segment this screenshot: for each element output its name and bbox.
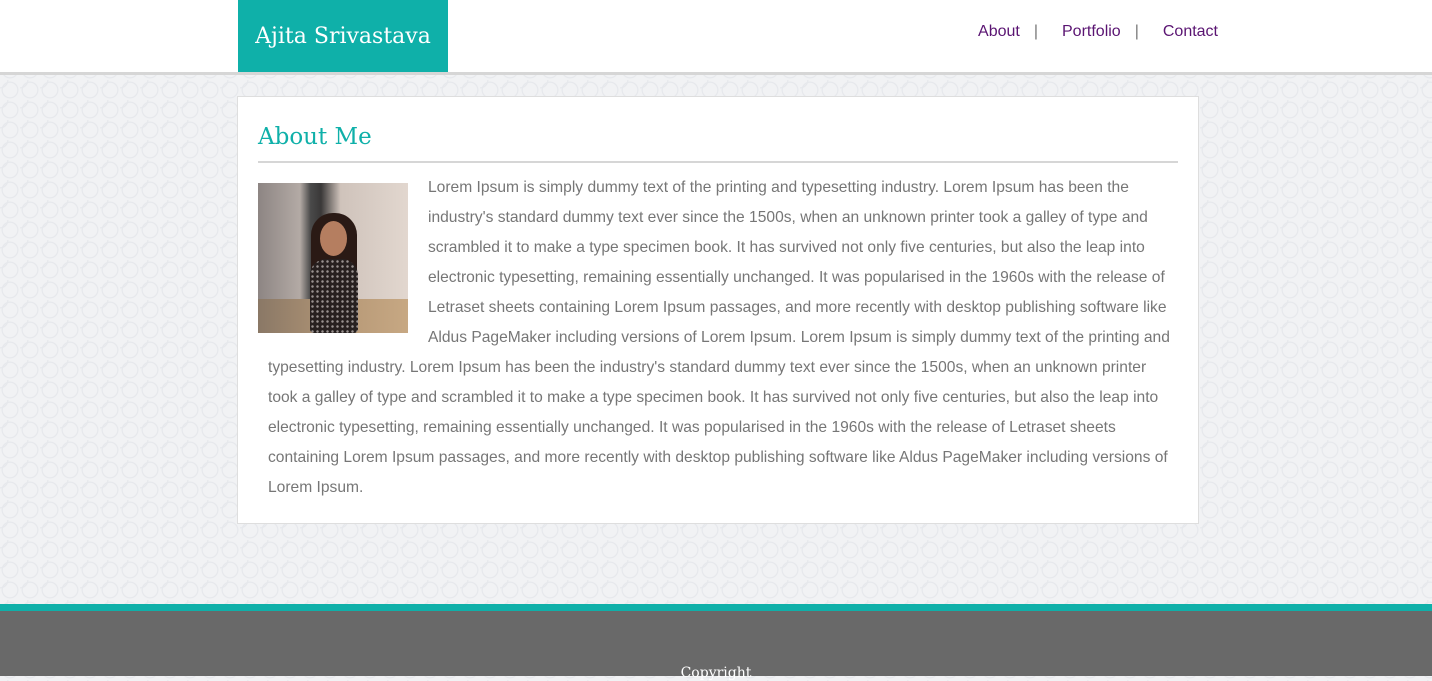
profile-photo — [258, 183, 408, 333]
site-title[interactable]: Ajita Srivastava — [255, 24, 431, 49]
nav-link-about[interactable]: About — [978, 23, 1020, 41]
about-heading: About Me — [258, 124, 372, 150]
copyright-text: Copyright — [680, 665, 752, 681]
site-logo[interactable]: Ajita Srivastava — [238, 0, 448, 72]
nav-separator: | — [1134, 23, 1139, 40]
about-body: Lorem Ipsum is simply dummy text of the … — [258, 173, 1178, 503]
site-footer: Copyright — [0, 604, 1432, 681]
nav-link-portfolio[interactable]: Portfolio — [1062, 23, 1121, 41]
nav-separator: | — [1033, 23, 1038, 40]
main-nav: About | Portfolio | Contact — [978, 20, 1218, 44]
about-card: About Me Lorem Ipsum is simply dummy tex… — [237, 96, 1199, 524]
site-header: Ajita Srivastava About | Portfolio | Con… — [0, 0, 1432, 75]
nav-link-contact[interactable]: Contact — [1163, 23, 1218, 41]
heading-divider — [258, 161, 1178, 163]
